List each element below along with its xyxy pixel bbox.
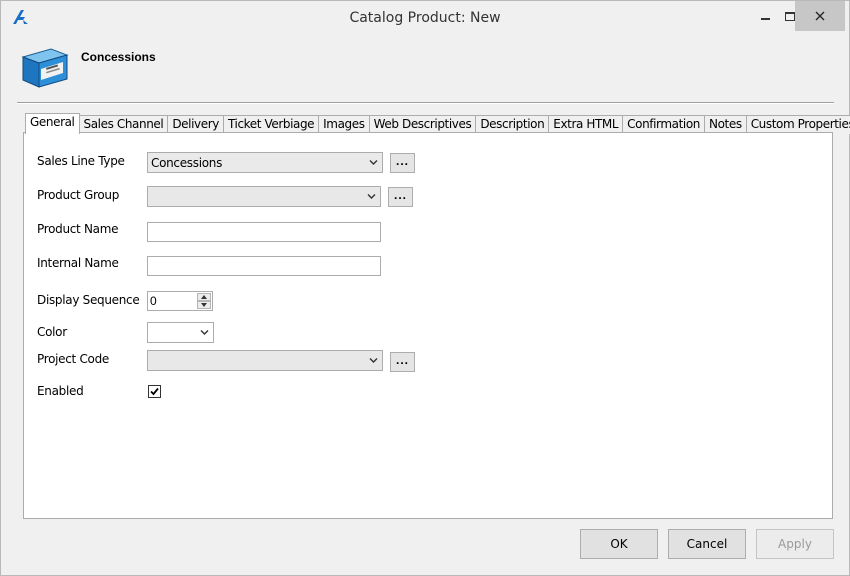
close-button[interactable] bbox=[795, 1, 845, 31]
general-tab-panel: Sales Line Type Concessions ... Product … bbox=[23, 132, 833, 519]
chevron-down-icon bbox=[369, 358, 378, 363]
tab-general[interactable]: General bbox=[25, 113, 80, 134]
product-name-label: Product Name bbox=[37, 222, 119, 236]
sales-line-type-browse-button[interactable]: ... bbox=[390, 153, 415, 173]
cancel-button[interactable]: Cancel bbox=[668, 529, 746, 559]
display-sequence-value: 0 bbox=[150, 294, 157, 308]
chevron-down-icon bbox=[369, 160, 378, 165]
internal-name-input[interactable] bbox=[147, 256, 381, 276]
project-code-browse-button[interactable]: ... bbox=[390, 352, 415, 372]
header-divider bbox=[17, 102, 834, 104]
display-sequence-stepper[interactable]: 0 bbox=[147, 291, 213, 311]
product-box-icon bbox=[21, 48, 69, 88]
caret-down-icon bbox=[201, 303, 207, 307]
spin-buttons bbox=[197, 293, 211, 309]
project-code-select[interactable] bbox=[147, 350, 383, 371]
product-group-label: Product Group bbox=[37, 188, 120, 202]
ok-button[interactable]: OK bbox=[580, 529, 658, 559]
caret-up-icon bbox=[201, 295, 207, 299]
product-name-input[interactable] bbox=[147, 222, 381, 242]
sales-line-type-select[interactable]: Concessions bbox=[147, 152, 383, 173]
spin-up-button[interactable] bbox=[197, 293, 211, 301]
close-icon bbox=[815, 11, 825, 21]
window-title: Catalog Product: New bbox=[349, 10, 501, 26]
maximize-icon bbox=[785, 11, 795, 21]
spin-down-button[interactable] bbox=[197, 301, 211, 309]
title-bar[interactable]: Catalog Product: New bbox=[1, 1, 849, 35]
sales-line-type-value: Concessions bbox=[151, 156, 223, 170]
header-title: Concessions bbox=[81, 50, 156, 64]
apply-button[interactable]: Apply bbox=[756, 529, 834, 559]
chevron-down-icon bbox=[200, 330, 209, 335]
project-code-label: Project Code bbox=[37, 352, 109, 366]
product-group-select[interactable] bbox=[147, 186, 381, 207]
product-group-browse-button[interactable]: ... bbox=[388, 187, 413, 207]
checkmark-icon bbox=[150, 387, 159, 396]
enabled-label: Enabled bbox=[37, 384, 84, 398]
dialog-window: Catalog Product: New Concessions General… bbox=[0, 0, 850, 576]
color-label: Color bbox=[37, 325, 67, 339]
minimize-icon bbox=[760, 18, 770, 20]
display-sequence-label: Display Sequence bbox=[37, 293, 140, 307]
chevron-down-icon bbox=[367, 194, 376, 199]
tab-strip: General Sales Channel Delivery Ticket Ve… bbox=[25, 113, 850, 134]
sales-line-type-label: Sales Line Type bbox=[37, 154, 125, 168]
internal-name-label: Internal Name bbox=[37, 256, 119, 270]
color-select[interactable] bbox=[147, 322, 214, 343]
enabled-checkbox[interactable] bbox=[148, 385, 161, 398]
